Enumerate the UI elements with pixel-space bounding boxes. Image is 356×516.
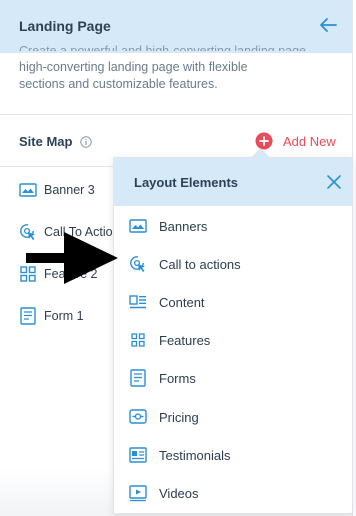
description-clipped-line: Create a powerful and high-converting la… — [19, 44, 306, 51]
layout-element-pricing[interactable]: Pricing — [114, 398, 352, 436]
plus-circle-icon — [255, 132, 273, 150]
layout-element-label: Forms — [159, 370, 196, 386]
banner-icon — [129, 219, 147, 233]
layout-element-testimonials[interactable]: Testimonials — [114, 436, 352, 474]
sitemap-item-label: Form 1 — [44, 309, 84, 323]
layout-element-content[interactable]: Content — [114, 283, 352, 321]
layout-element-banners[interactable]: Banners — [114, 207, 352, 245]
page-description: Create a powerful and high-converting la… — [19, 44, 319, 93]
back-arrow-icon[interactable] — [317, 14, 339, 36]
sitemap-title: Site Map — [19, 134, 73, 149]
sitemap-item-label: Banner 3 — [44, 183, 95, 197]
pricing-icon — [129, 409, 147, 424]
content-icon — [129, 295, 146, 309]
pointer-arrow-icon — [26, 232, 118, 284]
form-icon — [20, 307, 36, 325]
layout-element-label: Testimonials — [159, 447, 231, 463]
layout-element-label: Pricing — [159, 409, 199, 425]
panel-title: Landing Page — [19, 18, 111, 34]
features-icon — [131, 333, 145, 347]
description-line-1: high-converting landing page with flexib… — [19, 60, 248, 74]
divider — [0, 114, 352, 115]
layout-element-features[interactable]: Features — [114, 321, 352, 359]
close-icon[interactable] — [326, 174, 342, 190]
layout-element-label: Features — [159, 332, 211, 348]
call-to-action-icon — [130, 256, 145, 272]
layout-element-forms[interactable]: Forms — [114, 359, 352, 397]
form-icon — [130, 369, 146, 387]
layout-element-label: Videos — [159, 485, 199, 501]
description-line-2: sections and customizable features. — [19, 77, 218, 91]
layout-element-label: Banners — [159, 218, 208, 234]
info-icon[interactable] — [80, 136, 92, 148]
dropdown-header: Layout Elements — [114, 158, 352, 206]
dropdown-title: Layout Elements — [134, 175, 239, 190]
sitemap-item-banner-3[interactable]: Banner 3 — [19, 181, 95, 199]
sitemap-item-form-1[interactable]: Form 1 — [19, 307, 84, 325]
add-new-label: Add New — [283, 133, 336, 149]
layout-element-videos[interactable]: Videos — [114, 474, 352, 512]
layout-element-call-to-actions[interactable]: Call to actions — [114, 245, 352, 283]
video-icon — [129, 485, 147, 502]
layout-element-label: Call to actions — [159, 256, 241, 272]
add-new-button[interactable]: Add New — [255, 132, 336, 150]
layout-elements-dropdown: Layout Elements Banners Call to actions … — [113, 148, 353, 514]
banner-icon — [19, 183, 37, 197]
testimonials-icon — [129, 447, 147, 463]
layout-element-label: Content — [159, 294, 205, 310]
